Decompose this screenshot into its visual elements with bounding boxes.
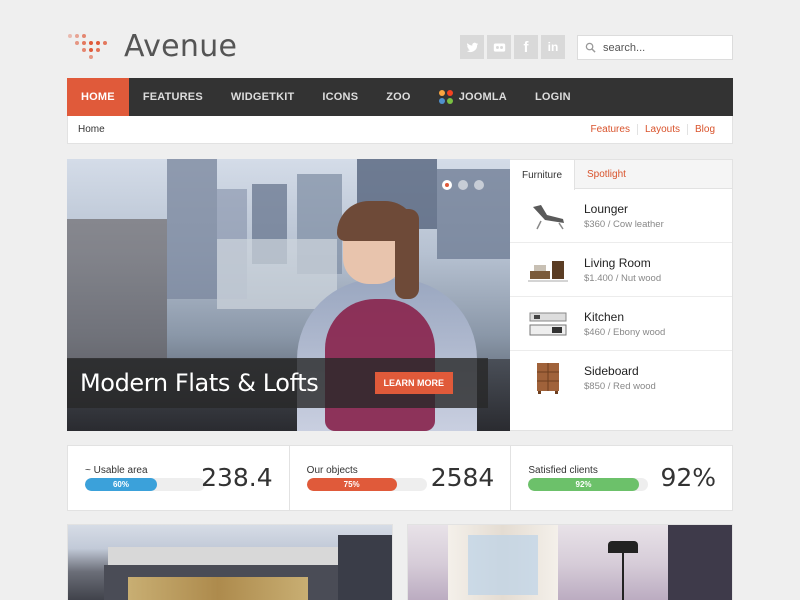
- flickr-icon[interactable]: [487, 35, 511, 59]
- product-item[interactable]: Living Room $1.400 / Nut wood: [510, 243, 732, 297]
- tab-spotlight[interactable]: Spotlight: [575, 160, 638, 188]
- product-meta: $850 / Red wood: [584, 381, 656, 392]
- nav-item-joomla[interactable]: Joomla: [425, 78, 521, 116]
- product-item[interactable]: Lounger $360 / Cow leather: [510, 189, 732, 243]
- nav-item-home[interactable]: Home: [67, 78, 129, 116]
- subnav-link-layouts[interactable]: Layouts: [636, 124, 687, 135]
- stat-label: Satisfied clients: [528, 465, 598, 476]
- kitchen-icon: [528, 306, 568, 342]
- stat-value: 238.4: [201, 463, 273, 492]
- facebook-icon[interactable]: f: [514, 35, 538, 59]
- nav-label: Home: [81, 91, 115, 103]
- nav-label: Features: [142, 91, 203, 103]
- progress-bar: 60%: [85, 478, 205, 491]
- nav-label: Login: [534, 91, 571, 103]
- product-meta: $460 / Ebony wood: [584, 326, 666, 338]
- panel-tabs: Furniture Spotlight: [510, 160, 732, 190]
- slider-pagination: [442, 180, 484, 190]
- slide-title: Modern Flats & Lofts: [80, 369, 319, 397]
- product-meta: $360 / Cow leather: [584, 218, 664, 230]
- hero-slider[interactable]: Modern Flats & Lofts Learn More: [67, 159, 510, 431]
- tab-furniture[interactable]: Furniture: [510, 160, 576, 190]
- slide-caption: Modern Flats & Lofts Learn More: [67, 358, 488, 408]
- search-box: [577, 35, 733, 60]
- stat-label: ~ Usable area: [85, 465, 148, 476]
- stat-value: 92%: [660, 463, 717, 492]
- progress-bar: 92%: [528, 478, 649, 491]
- sideboard-icon: [528, 360, 568, 396]
- learn-more-button[interactable]: Learn More: [374, 372, 453, 394]
- product-name: Kitchen: [584, 309, 625, 324]
- stats-bar: ~ Usable area 60% 238.4 Our objects 75% …: [67, 445, 733, 511]
- products-panel: Furniture Spotlight Lounger $360 / Cow l…: [510, 159, 733, 431]
- building-photo[interactable]: [67, 524, 393, 600]
- nav-item-zoo[interactable]: Zoo: [372, 78, 424, 116]
- nav-label: WidgetKit: [230, 91, 295, 103]
- nav-item-features[interactable]: Features: [129, 78, 217, 116]
- interior-photo[interactable]: [407, 524, 733, 600]
- product-name: Sideboard: [584, 364, 639, 378]
- breadcrumb: Home: [78, 124, 105, 135]
- slider-dot-2[interactable]: [458, 180, 468, 190]
- site-logo[interactable]: Avenue: [68, 28, 237, 64]
- slider-dot-3[interactable]: [474, 180, 484, 190]
- stat-objects: Our objects 75% 2584: [288, 446, 511, 510]
- logo-dots-icon: [68, 30, 114, 62]
- lounger-chair-icon: [528, 198, 568, 234]
- nav-label: Zoo: [386, 91, 411, 103]
- product-name: Living Room: [584, 255, 651, 270]
- subnav-links: Features Layouts Blog: [583, 124, 722, 135]
- breadcrumb-bar: Home Features Layouts Blog: [67, 116, 733, 144]
- product-meta: $1.400 / Nut wood: [584, 272, 662, 284]
- subnav-link-blog[interactable]: Blog: [686, 124, 722, 135]
- product-item[interactable]: Kitchen $460 / Ebony wood: [510, 297, 732, 351]
- nav-item-login[interactable]: Login: [521, 78, 585, 116]
- nav-item-widgetkit[interactable]: WidgetKit: [217, 78, 309, 116]
- nav-label: Joomla: [458, 91, 507, 103]
- slider-dot-1[interactable]: [442, 180, 452, 190]
- main-nav: Home Features WidgetKit Icons Zoo Joomla…: [67, 78, 733, 116]
- nav-label: Icons: [322, 91, 359, 103]
- stat-usable-area: ~ Usable area 60% 238.4: [68, 446, 289, 510]
- social-links: f in: [460, 35, 565, 59]
- search-input[interactable]: [603, 41, 723, 54]
- stat-value: 2584: [430, 463, 495, 492]
- nav-item-icons[interactable]: Icons: [308, 78, 372, 116]
- brand-name: Avenue: [124, 28, 238, 64]
- twitter-icon[interactable]: [460, 35, 484, 59]
- living-room-icon: [528, 252, 568, 288]
- progress-bar: 75%: [306, 478, 427, 491]
- stat-label: Our objects: [306, 465, 358, 476]
- search-icon: [585, 42, 596, 53]
- progress-fill: 75%: [306, 478, 397, 491]
- progress-fill: 92%: [528, 478, 639, 491]
- stat-satisfied-clients: Satisfied clients 92% 92%: [510, 446, 732, 510]
- linkedin-icon[interactable]: in: [541, 35, 565, 59]
- product-item[interactable]: Sideboard $850 / Red wood: [510, 351, 732, 405]
- joomla-icon: [438, 90, 453, 104]
- product-name: Lounger: [584, 201, 629, 216]
- subnav-link-features[interactable]: Features: [583, 124, 636, 135]
- progress-fill: 60%: [85, 478, 157, 491]
